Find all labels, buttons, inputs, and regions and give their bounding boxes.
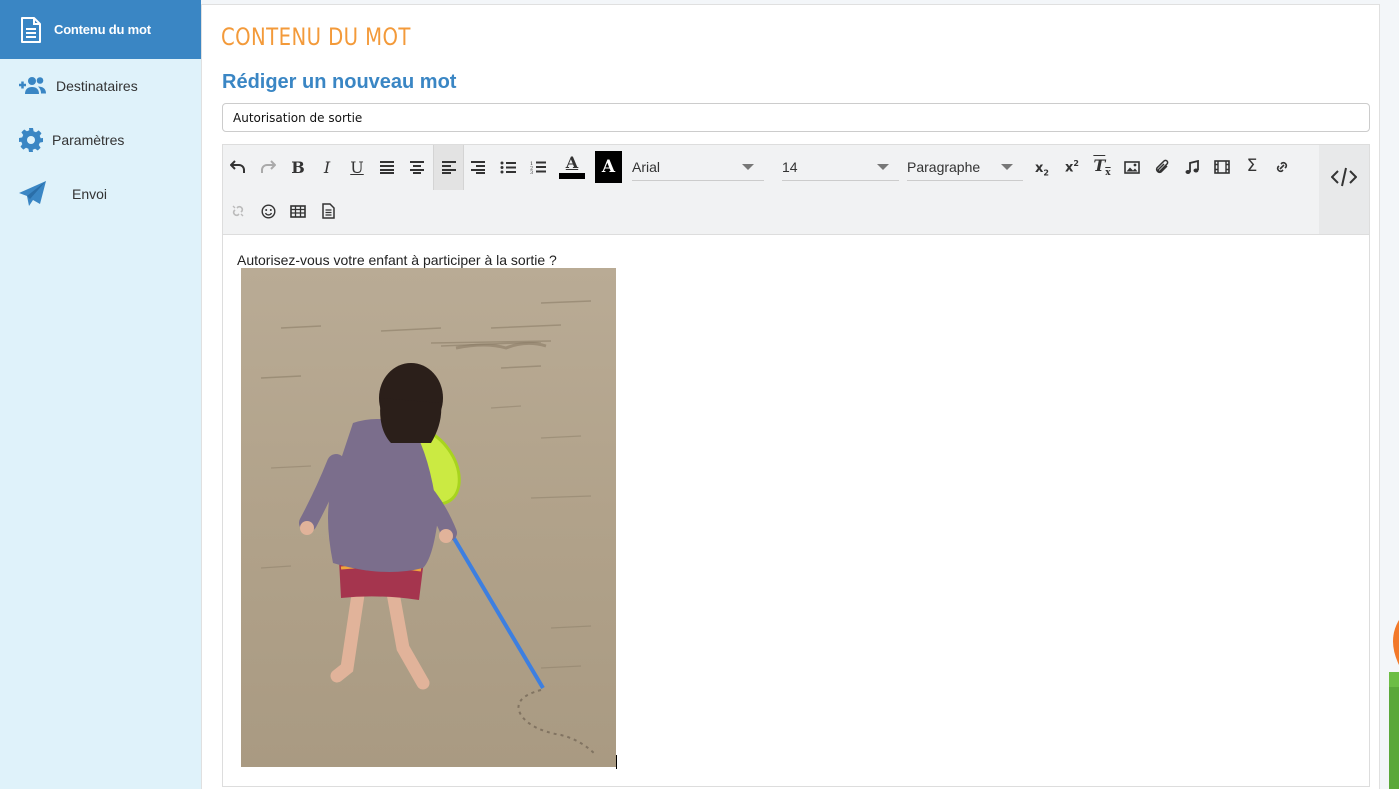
underline-icon: U (350, 157, 364, 177)
users-add-icon (18, 73, 48, 99)
redo-button[interactable] (254, 153, 282, 181)
code-icon (1331, 167, 1357, 187)
text-color-button[interactable]: A (557, 153, 587, 181)
page-subtitle: Rédiger un nouveau mot (222, 71, 457, 93)
sigma-icon: Σ (1246, 156, 1258, 176)
insert-image-button[interactable] (1118, 153, 1146, 181)
align-right-icon (471, 160, 485, 174)
italic-icon: I (323, 157, 331, 177)
sidebar-item-envoi[interactable]: Envoi (0, 167, 201, 221)
sidebar-item-label: Contenu du mot (54, 22, 151, 37)
bullet-list-icon (500, 161, 516, 173)
sidebar-item-parametres[interactable]: Paramètres (0, 113, 201, 167)
insert-audio-button[interactable] (1178, 153, 1206, 181)
align-right-button[interactable] (464, 153, 492, 181)
insert-formula-button[interactable]: Σ (1238, 152, 1266, 180)
rich-text-editor: B I U 123 A A Arial 14 Paragraphe x2 x2 … (222, 144, 1370, 787)
bullet-list-button[interactable] (494, 153, 522, 181)
unlink-button[interactable] (224, 197, 252, 225)
highlight-icon: A (601, 157, 616, 177)
highlight-color-button[interactable]: A (595, 151, 622, 183)
svg-text:3: 3 (530, 170, 533, 174)
underline-button[interactable]: U (343, 153, 371, 181)
page-title: Contenu du mot (221, 23, 411, 51)
chevron-down-icon (877, 164, 889, 170)
text-cursor (616, 755, 617, 769)
italic-button[interactable]: I (313, 153, 341, 181)
film-icon (1214, 160, 1230, 174)
bold-button[interactable]: B (284, 153, 312, 181)
emoji-button[interactable] (254, 197, 282, 225)
clear-format-button[interactable]: Tx (1088, 153, 1116, 181)
sidebar-item-label: Envoi (72, 186, 108, 202)
insert-link-button[interactable] (1268, 153, 1296, 181)
table-icon (290, 204, 306, 218)
editor-content[interactable]: Autorisez-vous votre enfant à participer… (223, 235, 1369, 786)
file-text-icon (321, 203, 335, 219)
body-text[interactable]: Autorisez-vous votre enfant à participer… (237, 252, 557, 268)
align-center-icon (410, 160, 424, 174)
align-center-button[interactable] (403, 153, 431, 181)
undo-icon (230, 160, 245, 173)
redo-icon (261, 160, 276, 173)
paper-plane-icon (18, 181, 48, 207)
text-color-swatch (559, 173, 585, 179)
subscript-icon: x2 (1035, 160, 1049, 178)
superscript-icon: x2 (1065, 158, 1079, 176)
chevron-down-icon (742, 164, 754, 170)
gear-icon (18, 127, 44, 153)
photo-illustration (241, 268, 616, 767)
smiley-icon (260, 203, 276, 219)
sidebar-item-contenu[interactable]: Contenu du mot (0, 0, 201, 59)
numbered-list-button[interactable]: 123 (524, 153, 552, 181)
paperclip-icon (1155, 159, 1169, 174)
unlink-icon (232, 205, 244, 217)
insert-template-button[interactable] (314, 197, 342, 225)
insert-table-button[interactable] (284, 197, 312, 225)
subscript-button[interactable]: x2 (1028, 155, 1056, 183)
numbered-list-icon: 123 (530, 161, 546, 174)
sidebar-item-destinataires[interactable]: Destinataires (0, 59, 201, 113)
sidebar-item-label: Paramètres (52, 132, 125, 148)
document-icon (18, 16, 44, 43)
attach-file-button[interactable] (1148, 153, 1176, 181)
image-icon (1124, 160, 1140, 174)
font-size-value: 14 (782, 159, 798, 175)
subject-input[interactable] (222, 103, 1370, 132)
font-family-value: Arial (632, 159, 661, 175)
child-beach-photo[interactable] (241, 268, 616, 767)
music-note-icon (1185, 159, 1199, 174)
text-color-icon: A (565, 153, 579, 172)
insert-video-button[interactable] (1208, 153, 1236, 181)
editor-toolbar: B I U 123 A A Arial 14 Paragraphe x2 x2 … (223, 145, 1369, 235)
undo-button[interactable] (224, 153, 252, 181)
superscript-button[interactable]: x2 (1058, 153, 1086, 181)
block-format-value: Paragraphe (907, 159, 981, 175)
chevron-down-icon (1001, 164, 1013, 170)
font-size-select[interactable]: 14 (782, 154, 899, 181)
bold-icon: B (291, 157, 305, 177)
clear-format-icon: Tx (1093, 155, 1111, 179)
align-justify-icon (380, 160, 394, 174)
block-format-select[interactable]: Paragraphe (907, 154, 1023, 181)
link-icon (1276, 161, 1288, 173)
edge-decoration (1389, 620, 1399, 789)
align-left-icon (441, 161, 456, 174)
justify-button[interactable] (373, 153, 401, 181)
align-left-button[interactable] (433, 145, 464, 190)
font-family-select[interactable]: Arial (632, 154, 764, 181)
main-panel: Contenu du mot Rédiger un nouveau mot B … (201, 4, 1380, 789)
sidebar-item-label: Destinataires (56, 78, 138, 94)
sidebar: Contenu du mot Destinataires Paramètres … (0, 0, 201, 789)
source-code-button[interactable] (1319, 145, 1369, 234)
